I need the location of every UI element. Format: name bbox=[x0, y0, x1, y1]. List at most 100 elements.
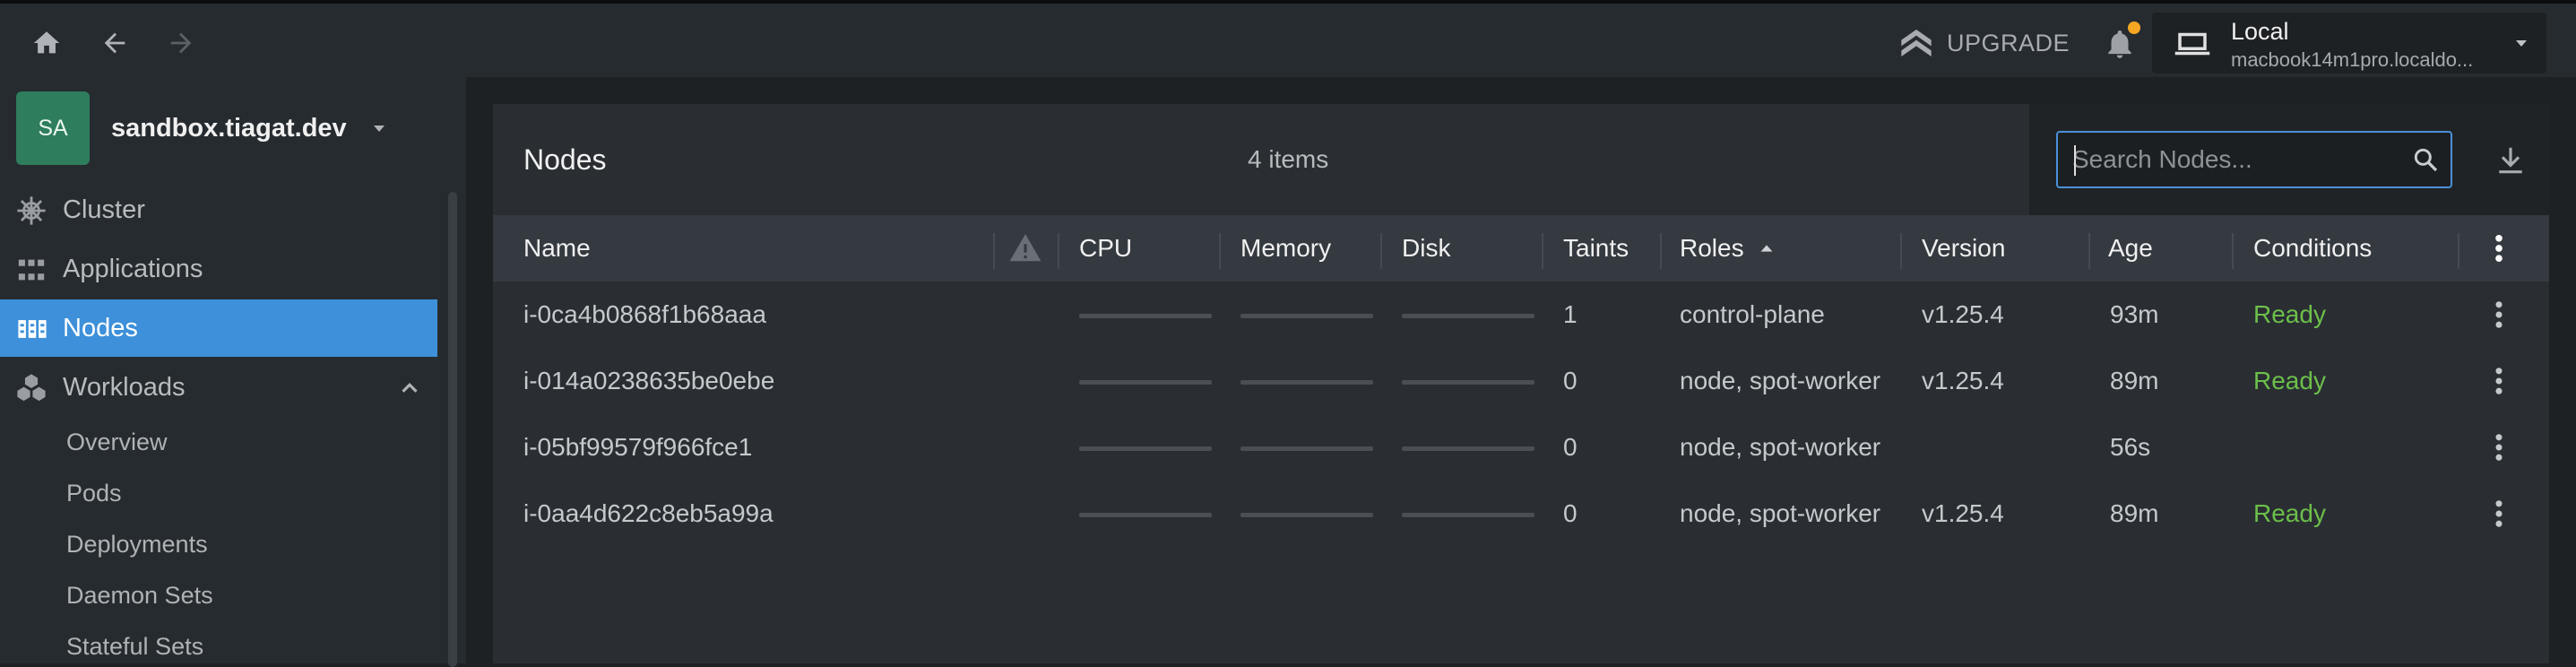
table-row[interactable]: i-0ca4b0868f1b68aaa 1 control-plane v1.2… bbox=[493, 282, 2549, 348]
chevron-up-icon[interactable] bbox=[396, 375, 423, 402]
sidebar-item-label: Cluster bbox=[63, 195, 145, 224]
node-version: v1.25.4 bbox=[1922, 367, 2004, 394]
sidebar-subitem-pods[interactable]: Pods bbox=[66, 480, 122, 507]
node-version: v1.25.4 bbox=[1922, 499, 2004, 527]
download-icon[interactable] bbox=[2494, 143, 2528, 178]
column-name[interactable]: Name bbox=[523, 215, 591, 282]
column-conditions[interactable]: Conditions bbox=[2253, 215, 2372, 282]
column-divider bbox=[1380, 233, 1382, 269]
node-conditions: Ready bbox=[2253, 300, 2326, 328]
column-disk[interactable]: Disk bbox=[1402, 215, 1450, 282]
column-divider bbox=[993, 233, 995, 269]
column-roles-label: Roles bbox=[1680, 234, 1744, 262]
sidebar-scrollbar[interactable] bbox=[448, 192, 457, 667]
memory-usage-bar bbox=[1240, 513, 1373, 517]
disk-usage-bar bbox=[1402, 446, 1534, 451]
sidebar-item-label: Workloads bbox=[63, 372, 186, 402]
column-divider bbox=[2458, 233, 2459, 269]
node-name: i-0ca4b0868f1b68aaa bbox=[523, 300, 766, 328]
sidebar-item-workloads[interactable]: Workloads bbox=[0, 359, 437, 416]
node-version: v1.25.4 bbox=[1922, 300, 2004, 328]
sidebar-item-nodes[interactable]: Nodes bbox=[0, 299, 437, 357]
cubes-icon bbox=[17, 374, 46, 402]
sidebar-subitem-stateful-sets[interactable]: Stateful Sets bbox=[66, 633, 203, 661]
upgrade-chevrons-icon bbox=[1901, 30, 1932, 56]
memory-usage-bar bbox=[1240, 380, 1373, 385]
sidebar: SA sandbox.tiagat.dev Cluster Applicatio… bbox=[0, 77, 466, 667]
sidebar-subitem-daemon-sets[interactable]: Daemon Sets bbox=[66, 582, 213, 610]
node-conditions: Ready bbox=[2253, 367, 2326, 394]
text-cursor bbox=[2074, 145, 2076, 176]
node-name: i-05bf99579f966fce1 bbox=[523, 433, 753, 461]
row-menu-button[interactable] bbox=[2481, 481, 2517, 547]
node-name: i-014a0238635be0ebe bbox=[523, 367, 775, 394]
column-divider bbox=[2232, 233, 2234, 269]
column-divider bbox=[1219, 233, 1221, 269]
disk-usage-bar bbox=[1402, 380, 1534, 385]
table-row[interactable]: i-014a0238635be0ebe 0 node, spot-worker … bbox=[493, 348, 2549, 414]
home-button[interactable] bbox=[27, 23, 66, 63]
table-row[interactable]: i-0aa4d622c8eb5a99a 0 node, spot-worker … bbox=[493, 481, 2549, 547]
page-title: Nodes bbox=[523, 143, 607, 176]
node-taints: 1 bbox=[1563, 300, 1578, 328]
node-taints: 0 bbox=[1563, 433, 1578, 461]
node-name: i-0aa4d622c8eb5a99a bbox=[523, 499, 774, 527]
cluster-name: sandbox.tiagat.dev bbox=[111, 113, 347, 143]
column-version[interactable]: Version bbox=[1922, 215, 2005, 282]
search-icon bbox=[2414, 148, 2438, 172]
item-count: 4 items bbox=[1248, 145, 1329, 173]
context-name: Local bbox=[2231, 18, 2289, 45]
top-bar: UPGRADE Local macbook14m1pro.localdo... bbox=[0, 0, 2576, 77]
sidebar-subitem-deployments[interactable]: Deployments bbox=[66, 531, 208, 559]
column-divider bbox=[1058, 233, 1059, 269]
cluster-selector[interactable]: SA sandbox.tiagat.dev bbox=[16, 91, 390, 165]
row-menu-button[interactable] bbox=[2481, 414, 2517, 481]
column-taints[interactable]: Taints bbox=[1563, 215, 1629, 282]
more-vertical-icon bbox=[2495, 500, 2503, 527]
more-vertical-icon bbox=[2495, 301, 2503, 328]
more-vertical-icon bbox=[2495, 234, 2503, 263]
cpu-usage-bar bbox=[1079, 314, 1212, 318]
memory-usage-bar bbox=[1240, 446, 1373, 451]
column-cpu[interactable]: CPU bbox=[1079, 215, 1132, 282]
notifications-button[interactable] bbox=[2101, 22, 2140, 63]
back-button[interactable] bbox=[95, 23, 134, 63]
row-menu-button[interactable] bbox=[2481, 282, 2517, 348]
cpu-usage-bar bbox=[1079, 380, 1212, 385]
sidebar-item-applications[interactable]: Applications bbox=[0, 240, 437, 298]
sidebar-item-cluster[interactable]: Cluster bbox=[0, 181, 437, 238]
node-age: 93m bbox=[2110, 300, 2159, 328]
row-menu-button[interactable] bbox=[2481, 348, 2517, 414]
sidebar-subitem-overview[interactable]: Overview bbox=[66, 429, 168, 456]
cluster-avatar: SA bbox=[16, 91, 90, 165]
column-age[interactable]: Age bbox=[2108, 215, 2153, 282]
sidebar-item-label: Nodes bbox=[63, 313, 138, 342]
column-menu-button[interactable] bbox=[2481, 215, 2517, 282]
context-host: macbook14m1pro.localdo... bbox=[2231, 48, 2474, 71]
sort-ascending-icon bbox=[1760, 245, 1773, 252]
search-field[interactable] bbox=[2056, 131, 2452, 188]
grid-icon bbox=[18, 259, 45, 281]
search-input[interactable] bbox=[2072, 142, 2395, 178]
notification-dot bbox=[2128, 22, 2140, 34]
column-memory[interactable]: Memory bbox=[1240, 215, 1331, 282]
cpu-usage-bar bbox=[1079, 446, 1212, 451]
memory-usage-bar bbox=[1240, 314, 1373, 318]
node-roles: node, spot-worker bbox=[1680, 499, 1881, 527]
column-divider bbox=[2088, 233, 2090, 269]
node-taints: 0 bbox=[1563, 499, 1578, 527]
upgrade-button[interactable]: UPGRADE bbox=[1898, 23, 2070, 63]
node-age: 89m bbox=[2110, 499, 2159, 527]
forward-button[interactable] bbox=[161, 23, 201, 63]
nodes-panel: Nodes 4 items Name CPU Memory Disk Taint… bbox=[493, 104, 2549, 663]
sidebar-item-label: Applications bbox=[63, 254, 203, 283]
table-row[interactable]: i-05bf99579f966fce1 0 node, spot-worker … bbox=[493, 414, 2549, 481]
disk-usage-bar bbox=[1402, 513, 1534, 517]
cpu-usage-bar bbox=[1079, 513, 1212, 517]
helm-icon bbox=[17, 196, 46, 225]
column-roles[interactable]: Roles bbox=[1680, 215, 1776, 282]
column-divider bbox=[1900, 233, 1902, 269]
laptop-icon bbox=[2174, 32, 2210, 56]
context-switcher[interactable]: Local macbook14m1pro.localdo... bbox=[2152, 13, 2546, 74]
column-divider bbox=[1542, 233, 1543, 269]
